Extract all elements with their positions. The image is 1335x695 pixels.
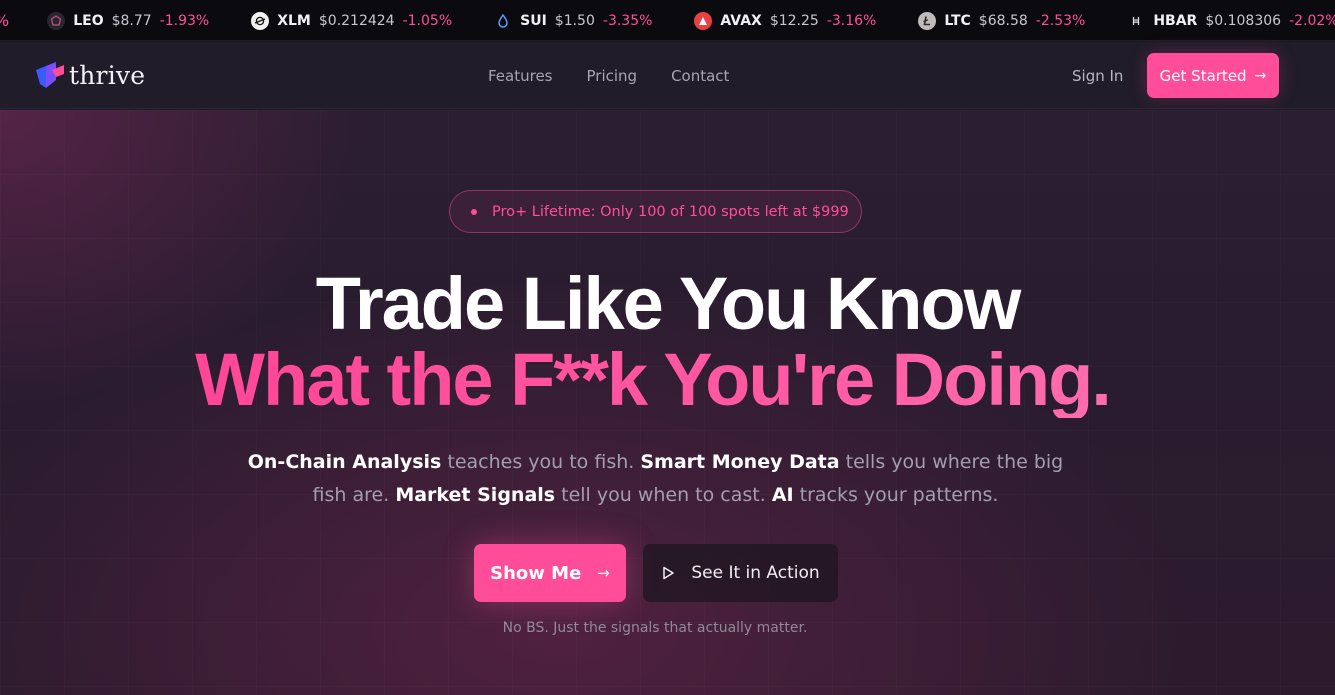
ticker-price: $8.77 (111, 12, 152, 29)
hero-section: Pro+ Lifetime: Only 100 of 100 spots lef… (0, 110, 1335, 695)
sign-in-link[interactable]: Sign In (1072, 67, 1123, 85)
description-text: tell you when to cast. (555, 484, 772, 506)
hbar-icon (1127, 11, 1146, 30)
see-it-in-action-button[interactable]: See It in Action (643, 544, 838, 602)
description-text: teaches you to fish. (441, 451, 641, 473)
ticker-symbol: XLM (277, 12, 311, 29)
ticker-change: -1.93% (159, 12, 210, 29)
hero-description: On-Chain Analysis teaches you to fish. S… (240, 446, 1071, 512)
highlight-ai: AI (771, 484, 794, 506)
ticker-change: -2.02% (1289, 12, 1335, 29)
ticker-symbol: LEO (73, 12, 104, 29)
headline-line-1: Trade Like You Know (315, 262, 1022, 345)
nav-link-contact[interactable]: Contact (671, 67, 729, 85)
ticker-price: $1.50 (554, 12, 595, 29)
top-navigation: thrive Features Pricing Contact Sign In … (0, 42, 1335, 109)
promo-badge[interactable]: Pro+ Lifetime: Only 100 of 100 spots lef… (449, 190, 862, 233)
ticker-item-avax: AVAX $12.25 -3.16% (694, 11, 877, 30)
ticker-price: $0.212424 (318, 12, 395, 29)
ticker-fragment: % (0, 11, 9, 30)
ticker-item-sui: SUI $1.50 -3.35% (494, 11, 653, 30)
ticker-change: -1.05% (402, 12, 453, 29)
promo-badge-text: Pro+ Lifetime: Only 100 of 100 spots lef… (492, 203, 849, 220)
price-ticker: % LEO $8.77 -1.93% XLM $0.212424 -1.05% … (0, 0, 1335, 41)
avax-icon (694, 11, 713, 30)
highlight-market-signals: Market Signals (395, 484, 556, 506)
ticker-price: $0.108306 (1205, 12, 1282, 29)
ticker-track: % LEO $8.77 -1.93% XLM $0.212424 -1.05% … (0, 0, 1335, 40)
xlm-icon (251, 11, 270, 30)
ticker-item-xlm: XLM $0.212424 -1.05% (251, 11, 453, 30)
hero-headline: Trade Like You Know What the F**k You're… (0, 266, 1335, 418)
highlight-smart-money-data: Smart Money Data (640, 451, 840, 473)
ticker-symbol: AVAX (720, 12, 762, 29)
description-text: tracks your patterns. (793, 484, 999, 506)
ticker-item-ltc: LTC $68.58 -2.53% (918, 11, 1086, 30)
ticker-item-hbar: HBAR $0.108306 -2.02% (1127, 11, 1335, 30)
ticker-price: $68.58 (978, 12, 1028, 29)
ticker-change: -3.16% (826, 12, 877, 29)
logo[interactable]: thrive (34, 60, 145, 90)
status-dot-icon (471, 208, 477, 215)
highlight-on-chain-analysis: On-Chain Analysis (247, 451, 442, 473)
nav-links: Features Pricing Contact (488, 67, 763, 85)
ticker-symbol: LTC (944, 12, 971, 29)
nav-link-pricing[interactable]: Pricing (587, 67, 638, 85)
ticker-price: $12.25 (769, 12, 819, 29)
show-me-button[interactable]: Show Me → (474, 544, 626, 602)
get-started-button[interactable]: Get Started → (1147, 53, 1279, 98)
nav-link-features[interactable]: Features (488, 67, 553, 85)
ticker-symbol: SUI (520, 12, 547, 29)
play-icon (661, 566, 675, 580)
logo-text: thrive (69, 60, 146, 90)
get-started-label: Get Started (1159, 66, 1247, 85)
sui-icon (494, 11, 513, 30)
leo-icon (47, 11, 66, 30)
headline-line-2: What the F**k You're Doing. (0, 342, 1335, 418)
thrive-logo-icon (34, 60, 66, 90)
arrow-right-icon: → (597, 564, 610, 582)
show-me-label: Show Me (490, 562, 582, 584)
ticker-change: -2.53% (1035, 12, 1086, 29)
ticker-symbol: HBAR (1153, 12, 1198, 29)
ticker-item-leo: LEO $8.77 -1.93% (47, 11, 210, 30)
see-it-in-action-label: See It in Action (691, 563, 820, 583)
hero-tagline: No BS. Just the signals that actually ma… (502, 620, 808, 636)
ticker-change: -3.35% (602, 12, 653, 29)
ltc-icon (918, 11, 937, 30)
arrow-right-icon: → (1254, 67, 1267, 84)
